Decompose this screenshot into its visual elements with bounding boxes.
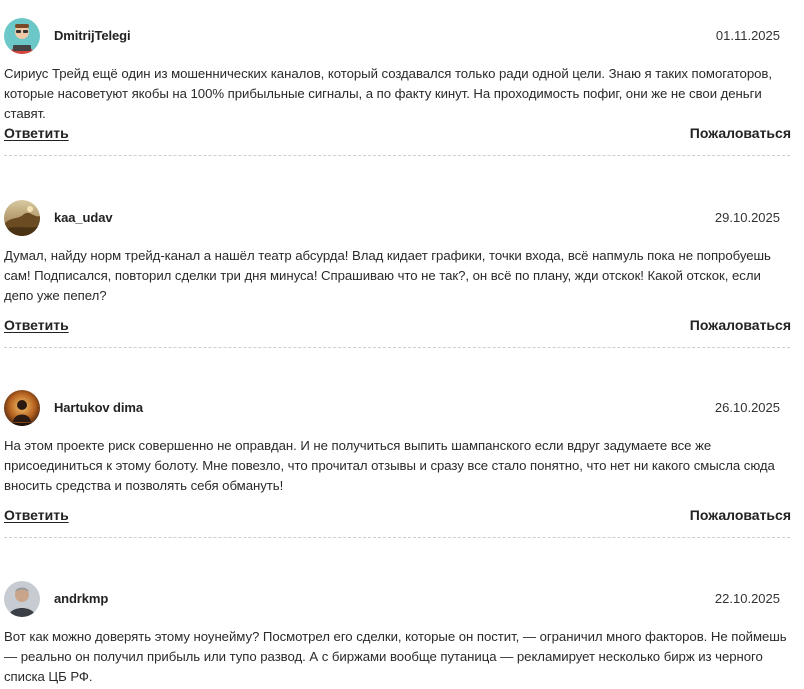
comment-header: andrkmp 22.10.2025 — [0, 563, 792, 617]
comment-header: Hartukov dima 26.10.2025 — [0, 372, 792, 426]
comment-author[interactable]: kaa_udav — [54, 210, 113, 225]
comment-header: DmitrijTelegi 01.11.2025 — [0, 0, 792, 54]
avatar[interactable] — [4, 581, 40, 617]
monk-avatar-icon — [4, 390, 40, 426]
person-photo-avatar-icon — [4, 581, 40, 617]
cartoon-avatar-icon — [4, 18, 40, 54]
comment-author[interactable]: Hartukov dima — [54, 400, 143, 415]
comment-text: На этом проекте риск совершенно не оправ… — [4, 438, 775, 493]
avatar[interactable] — [4, 390, 40, 426]
comment-date: 22.10.2025 — [714, 591, 780, 606]
reply-link[interactable]: Ответить — [4, 317, 69, 333]
report-link[interactable]: Пожаловаться — [690, 125, 791, 141]
avatar[interactable] — [4, 200, 40, 236]
avatar[interactable] — [4, 18, 40, 54]
comment-author[interactable]: andrkmp — [54, 591, 108, 606]
comment-divider — [4, 347, 790, 348]
landscape-avatar-icon — [4, 200, 40, 236]
comment-date: 26.10.2025 — [714, 400, 780, 415]
report-link[interactable]: Пожаловаться — [690, 507, 791, 523]
comment-date: 29.10.2025 — [714, 210, 780, 225]
report-link[interactable]: Пожаловаться — [690, 317, 791, 333]
comment-divider — [4, 155, 790, 156]
comment-divider — [4, 537, 790, 538]
comment-header: kaa_udav 29.10.2025 — [0, 182, 792, 236]
reply-link[interactable]: Ответить — [4, 125, 69, 141]
comment-date: 01.11.2025 — [715, 28, 780, 43]
comment-text: Вот как можно доверять этому ноунейму? П… — [4, 629, 787, 684]
comment-author[interactable]: DmitrijTelegi — [54, 28, 131, 43]
comment-text: Думал, найду норм трейд-канал а нашёл те… — [4, 248, 771, 303]
comment-text: Сириус Трейд ещё один из мошеннических к… — [4, 66, 772, 121]
reply-link[interactable]: Ответить — [4, 507, 69, 523]
